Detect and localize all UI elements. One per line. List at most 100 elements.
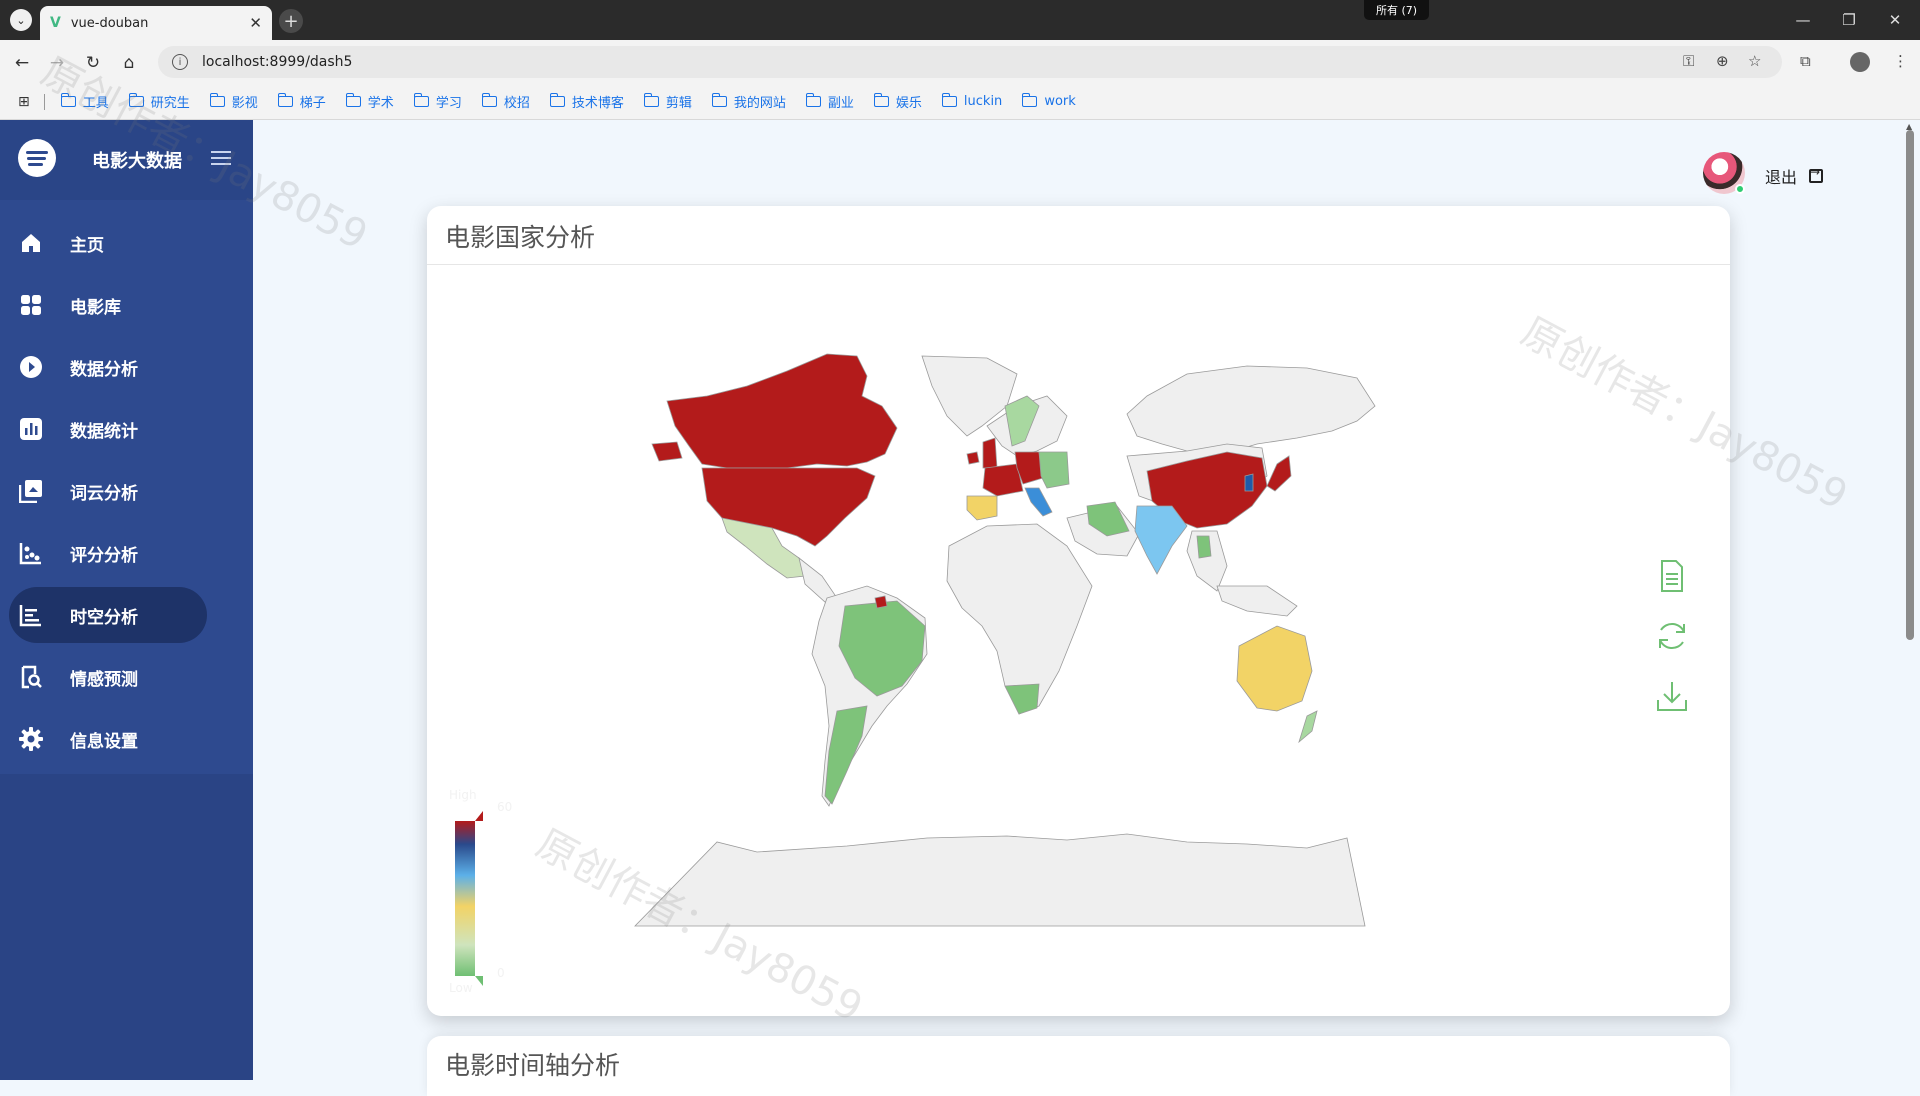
app-title: 电影大数据 bbox=[92, 151, 182, 172]
sidebar-item-spatiotemporal[interactable]: 时空分析 bbox=[9, 587, 207, 643]
close-icon[interactable]: ✕ bbox=[249, 14, 262, 32]
bookmark-folder[interactable]: 学习 bbox=[413, 92, 462, 111]
site-info-icon[interactable]: i bbox=[172, 54, 188, 70]
visual-map-min: 0 bbox=[497, 966, 505, 980]
folder-icon bbox=[209, 93, 225, 107]
country-south-africa bbox=[1004, 683, 1040, 715]
sidebar: 电影大数据 主页 电影库 数据分析 数据统计 词云分析 评分分析 时空分析 情感… bbox=[0, 120, 253, 1080]
region-central-america bbox=[798, 556, 838, 603]
folder-icon bbox=[941, 93, 957, 107]
world-map[interactable] bbox=[427, 206, 1730, 1016]
folder-icon bbox=[413, 93, 429, 107]
folder-icon bbox=[549, 93, 565, 107]
country-antarctica bbox=[634, 833, 1366, 927]
home-page-icon[interactable]: ⌂ bbox=[118, 52, 140, 74]
restore-icon[interactable] bbox=[1654, 618, 1690, 654]
folder-icon bbox=[873, 93, 889, 107]
forward-arrow-icon[interactable]: → bbox=[46, 52, 68, 74]
sidebar-item-data-stats[interactable]: 数据统计 bbox=[0, 401, 253, 457]
country-usa-alaska bbox=[651, 441, 683, 462]
bookmark-folder[interactable]: 校招 bbox=[481, 92, 530, 111]
country-italy bbox=[1024, 487, 1053, 517]
scatter-chart-icon bbox=[18, 540, 44, 566]
page-scrollbar[interactable] bbox=[1906, 130, 1914, 640]
folder-icon bbox=[60, 93, 76, 107]
bookmark-folder[interactable]: 学术 bbox=[345, 92, 394, 111]
timeline-card: 电影时间轴分析 bbox=[427, 1036, 1730, 1096]
spotify-logo-icon[interactable] bbox=[18, 139, 56, 177]
profile-avatar[interactable] bbox=[1850, 52, 1870, 72]
key-icon[interactable]: ⚿ bbox=[1683, 52, 1694, 70]
bookmark-folder[interactable]: luckin bbox=[941, 93, 1002, 109]
more-menu-icon[interactable]: ⋮ bbox=[1893, 52, 1908, 70]
bookmark-folder[interactable]: 影视 bbox=[209, 92, 258, 111]
sidebar-item-data-analysis[interactable]: 数据分析 bbox=[0, 339, 253, 395]
gear-icon bbox=[18, 726, 44, 752]
window-close-button[interactable]: ✕ bbox=[1872, 0, 1918, 40]
online-status-dot bbox=[1735, 184, 1745, 194]
back-arrow-icon[interactable]: ← bbox=[11, 52, 33, 74]
country-russia bbox=[1126, 365, 1376, 457]
timeline-chart-icon bbox=[18, 602, 44, 628]
country-thailand bbox=[1196, 535, 1212, 559]
folder-icon bbox=[711, 93, 727, 107]
sidebar-item-wordcloud[interactable]: 词云分析 bbox=[0, 463, 253, 519]
visual-map-high-label: High bbox=[449, 788, 477, 802]
minimize-button[interactable]: — bbox=[1780, 0, 1826, 40]
sidebar-item-sentiment[interactable]: 情感预测 bbox=[0, 649, 253, 705]
bookmark-folder[interactable]: 副业 bbox=[805, 92, 854, 111]
country-french-guiana bbox=[874, 595, 888, 609]
country-new-zealand bbox=[1298, 710, 1318, 744]
data-view-icon[interactable] bbox=[1654, 558, 1690, 594]
country-poland bbox=[1038, 451, 1070, 489]
sidebar-item-rating[interactable]: 评分分析 bbox=[0, 525, 253, 581]
handle-low-icon[interactable] bbox=[475, 976, 483, 986]
country-ireland bbox=[966, 451, 980, 465]
restore-button[interactable]: ❐ bbox=[1826, 0, 1872, 40]
star-icon[interactable]: ☆ bbox=[1748, 52, 1761, 70]
visual-map-legend[interactable] bbox=[453, 801, 493, 1001]
download-icon[interactable] bbox=[1654, 678, 1690, 714]
bookmark-folder[interactable]: 我的网站 bbox=[711, 92, 786, 111]
folder-icon bbox=[277, 93, 293, 107]
reload-icon[interactable]: ↻ bbox=[82, 52, 104, 74]
visual-map-low-label: Low bbox=[449, 981, 473, 995]
country-south-korea bbox=[1244, 473, 1254, 492]
country-canada bbox=[666, 353, 898, 469]
bookmark-folder[interactable]: 研究生 bbox=[128, 92, 190, 111]
country-japan bbox=[1266, 455, 1292, 492]
bookmarks-bar: ⊞ 工具 研究生 影视 梯子 学术 学习 校招 技术博客 剪辑 我的网站 副业 … bbox=[0, 84, 1920, 120]
folder-icon bbox=[128, 93, 144, 107]
bookmark-folder[interactable]: 剪辑 bbox=[643, 92, 692, 111]
bookmark-folder[interactable]: work bbox=[1022, 93, 1076, 109]
bookmark-folder[interactable]: 工具 bbox=[60, 92, 109, 111]
extensions-icon[interactable]: ⧉ bbox=[1800, 52, 1811, 70]
country-spain bbox=[966, 495, 998, 521]
zoom-icon[interactable]: ⊕ bbox=[1716, 52, 1729, 70]
browser-tab[interactable]: V vue-douban ✕ bbox=[40, 6, 272, 40]
bookmark-folder[interactable]: 梯子 bbox=[277, 92, 326, 111]
logout-icon bbox=[1809, 165, 1824, 183]
folder-icon bbox=[345, 93, 361, 107]
url-text: localhost:8999/dash5 bbox=[202, 54, 353, 70]
sidebar-item-movie-library[interactable]: 电影库 bbox=[0, 277, 253, 333]
sidebar-menu: 主页 电影库 数据分析 数据统计 词云分析 评分分析 时空分析 情感预测 信息设… bbox=[0, 215, 253, 773]
folder-icon bbox=[805, 93, 821, 107]
bookmark-folder[interactable]: 娱乐 bbox=[873, 92, 922, 111]
card-title: 电影时间轴分析 bbox=[445, 1051, 621, 1080]
all-tabs-badge[interactable]: 所有 (7) bbox=[1364, 0, 1430, 20]
vue-logo-icon: V bbox=[50, 15, 61, 31]
sidebar-item-home[interactable]: 主页 bbox=[0, 215, 253, 271]
apps-grid-icon[interactable]: ⊞ bbox=[18, 94, 30, 110]
country-uk bbox=[982, 437, 998, 469]
bookmark-folder[interactable]: 技术博客 bbox=[549, 92, 624, 111]
hamburger-menu-icon[interactable] bbox=[211, 151, 231, 165]
search-doc-icon bbox=[18, 664, 44, 690]
tab-search-button[interactable]: ⌄ bbox=[10, 9, 32, 31]
logout-button[interactable]: 退出 bbox=[1765, 164, 1824, 188]
address-bar[interactable]: i localhost:8999/dash5 bbox=[158, 46, 1782, 78]
sidebar-item-settings[interactable]: 信息设置 bbox=[0, 711, 253, 767]
handle-high-icon[interactable] bbox=[475, 811, 483, 821]
browser-tabbar: ⌄ V vue-douban ✕ + 所有 (7) — ❐ ✕ bbox=[0, 0, 1920, 40]
new-tab-button[interactable]: + bbox=[279, 9, 303, 33]
